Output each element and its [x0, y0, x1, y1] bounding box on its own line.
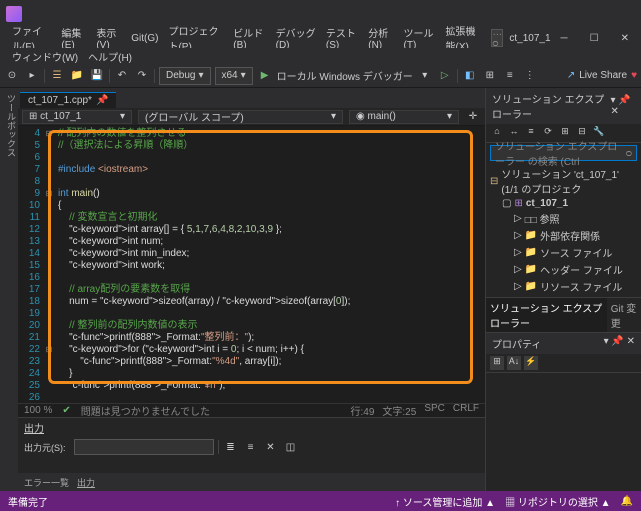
- output-panel: 出力 出力元(S): ≣ ≡ ✕ ◫: [18, 417, 485, 473]
- prop-az-icon[interactable]: A↓: [507, 356, 521, 370]
- sln-tab[interactable]: ソリューション エクスプローラー: [486, 298, 607, 332]
- repo-button[interactable]: ▦ リポジトリの選択 ▲: [505, 494, 610, 509]
- code-editor[interactable]: 4567891011121314151617181920212223242526…: [18, 126, 485, 403]
- tool4-icon[interactable]: ⋮: [522, 68, 538, 84]
- src-node[interactable]: ▷📁ソース ファイル: [490, 244, 637, 261]
- output-tool1-icon[interactable]: ≣: [223, 439, 239, 455]
- output-tool3-icon[interactable]: ✕: [263, 439, 279, 455]
- solution-header: ソリューション エクスプローラー ▾ 📌 ✕: [486, 88, 641, 124]
- config-combo[interactable]: Debug▾: [159, 67, 211, 85]
- window-title: ct_107_1: [505, 31, 554, 46]
- output-tab[interactable]: 出力: [77, 476, 95, 489]
- pin-icon[interactable]: ▾ 📌: [611, 95, 631, 106]
- solution-tree[interactable]: ⊟ソリューション 'ct_107_1' (1/1 のプロジェク ▢⊞ct_107…: [486, 163, 641, 297]
- document-tabs: ct_107_1.cpp* 📌: [18, 88, 485, 108]
- dropdown-icon[interactable]: ▾: [417, 68, 433, 84]
- menu-help[interactable]: ヘルプ(H): [84, 47, 136, 66]
- ready-label: 準備完了: [8, 494, 48, 509]
- zoom-level[interactable]: 100 %: [24, 405, 52, 416]
- git-tab[interactable]: Git 変更: [607, 298, 641, 332]
- split-icon[interactable]: ✛: [465, 109, 481, 125]
- output-tool4-icon[interactable]: ◫: [283, 439, 299, 455]
- output-source-combo[interactable]: [74, 439, 214, 455]
- vs-logo-icon: [6, 6, 22, 22]
- line-label: 行:49: [351, 403, 375, 418]
- prop-events-icon[interactable]: ⚡: [524, 356, 538, 370]
- code-text[interactable]: // 配列内の数値を整列させる//（選択法による昇順（降順） #include …: [54, 128, 485, 403]
- output-title: 出力: [18, 418, 485, 437]
- function-context[interactable]: ◉ main()▾: [349, 110, 459, 124]
- notif-icon[interactable]: 🔔: [621, 496, 633, 507]
- undo-icon[interactable]: ↶: [114, 68, 130, 84]
- liveshare-icon[interactable]: ↗: [567, 70, 575, 81]
- run-button[interactable]: ローカル Windows デバッガー: [277, 68, 413, 83]
- toolbox-tab[interactable]: ツールボックス: [0, 88, 18, 491]
- save-icon[interactable]: 💾: [89, 68, 105, 84]
- bottom-tabs: エラー一覧 出力: [18, 473, 485, 491]
- line-gutter: 4567891011121314151617181920212223242526…: [18, 128, 44, 403]
- solution-node[interactable]: ⊟ソリューション 'ct_107_1' (1/1 のプロジェク: [490, 165, 637, 197]
- menu-bar: ファイル(F) 編集(E) 表示(V) Git(G) プロジェクト(P) ビルド…: [0, 28, 641, 48]
- pin2-icon[interactable]: ▾ 📌: [604, 336, 624, 347]
- fold-column[interactable]: ⊟⊟⊟⊟⊟⊟⊟: [44, 128, 54, 403]
- output-tool2-icon[interactable]: ≡: [243, 439, 259, 455]
- close-icon[interactable]: ✕: [617, 31, 633, 46]
- tool2-icon[interactable]: ⊞: [482, 68, 498, 84]
- search-box[interactable]: …ᴑ: [491, 29, 503, 47]
- liveshare-label[interactable]: Live Share: [579, 70, 627, 81]
- menu-window[interactable]: ウィンドウ(W): [8, 47, 82, 66]
- panel-close-icon[interactable]: ✕: [611, 106, 619, 117]
- properties-title: プロパティ: [492, 336, 541, 351]
- minimize-icon[interactable]: ─: [557, 31, 572, 46]
- col-label: 文字:25: [382, 403, 416, 418]
- maximize-icon[interactable]: ☐: [586, 31, 603, 46]
- nav-back-icon[interactable]: ⊙: [4, 68, 20, 84]
- close2-icon[interactable]: ✕: [627, 336, 635, 347]
- project-node[interactable]: ▢⊞ct_107_1: [490, 197, 637, 210]
- menu-git[interactable]: Git(G): [127, 31, 162, 46]
- refs-node[interactable]: ▷□□ 参照: [490, 210, 637, 227]
- errors-tab[interactable]: エラー一覧: [24, 476, 69, 489]
- editor-status: 100 % ✔ 問題は見つかりませんでした 行:49 文字:25 SPC CRL…: [18, 403, 485, 417]
- project-context[interactable]: ⊞ ct_107_1▾: [22, 110, 132, 124]
- nav-fwd-icon[interactable]: ▸: [24, 68, 40, 84]
- window-controls: ─ ☐ ✕: [557, 31, 633, 46]
- output-source-label: 出力元(S):: [24, 441, 66, 454]
- status-bar: 準備完了 ↑ ソース管理に追加 ▲ ▦ リポジトリの選択 ▲ 🔔: [0, 491, 641, 511]
- prop-cat-icon[interactable]: ⊞: [490, 356, 504, 370]
- extdeps-node[interactable]: ▷📁外部依存関係: [490, 227, 637, 244]
- hdr-node[interactable]: ▷📁ヘッダー ファイル: [490, 261, 637, 278]
- spc-label[interactable]: SPC: [424, 403, 445, 418]
- play-icon[interactable]: ▶: [257, 68, 273, 84]
- res-node[interactable]: ▷📁リソース ファイル: [490, 278, 637, 295]
- issues-label: 問題は見つかりませんでした: [81, 403, 210, 418]
- solution-explorer: ソリューション エクスプローラー ▾ 📌 ✕ ⌂ ↔ ≡ ⟳ ⊞ ⊟ 🔧 ソリュ…: [485, 88, 641, 491]
- context-bar: ⊞ ct_107_1▾ (グローバル スコープ)▾ ◉ main()▾ ✛: [18, 108, 485, 126]
- solution-panel-tabs: ソリューション エクスプローラー Git 変更: [486, 297, 641, 332]
- document-tab[interactable]: ct_107_1.cpp* 📌: [20, 92, 116, 108]
- menu-bar-2: ウィンドウ(W) ヘルプ(H): [0, 48, 641, 64]
- toolbar: ⊙ ▸ ☰ 📁 💾 ↶ ↷ Debug▾ x64▾ ▶ ローカル Windows…: [0, 64, 641, 88]
- feedback-icon[interactable]: ♥: [631, 70, 637, 81]
- play2-icon[interactable]: ▷: [437, 68, 453, 84]
- tool1-icon[interactable]: ◧: [462, 68, 478, 84]
- properties-panel: プロパティ ▾ 📌 ✕ ⊞ A↓ ⚡: [486, 332, 641, 491]
- main-area: ツールボックス ct_107_1.cpp* 📌 ⊞ ct_107_1▾ (グロー…: [0, 88, 641, 491]
- editor-pane: ct_107_1.cpp* 📌 ⊞ ct_107_1▾ (グローバル スコープ)…: [18, 88, 485, 491]
- platform-combo[interactable]: x64▾: [215, 67, 253, 85]
- new-icon[interactable]: ☰: [49, 68, 65, 84]
- solution-search[interactable]: ソリューション エクスプローラー の検索 (Ctrlᴑ: [490, 145, 637, 161]
- pin-icon[interactable]: 📌: [96, 95, 108, 106]
- open-icon[interactable]: 📁: [69, 68, 85, 84]
- redo-icon[interactable]: ↷: [134, 68, 150, 84]
- source-control-button[interactable]: ↑ ソース管理に追加 ▲: [395, 494, 495, 509]
- scope-context[interactable]: (グローバル スコープ)▾: [138, 110, 343, 124]
- crlf-label[interactable]: CRLF: [453, 403, 479, 418]
- tool3-icon[interactable]: ≡: [502, 68, 518, 84]
